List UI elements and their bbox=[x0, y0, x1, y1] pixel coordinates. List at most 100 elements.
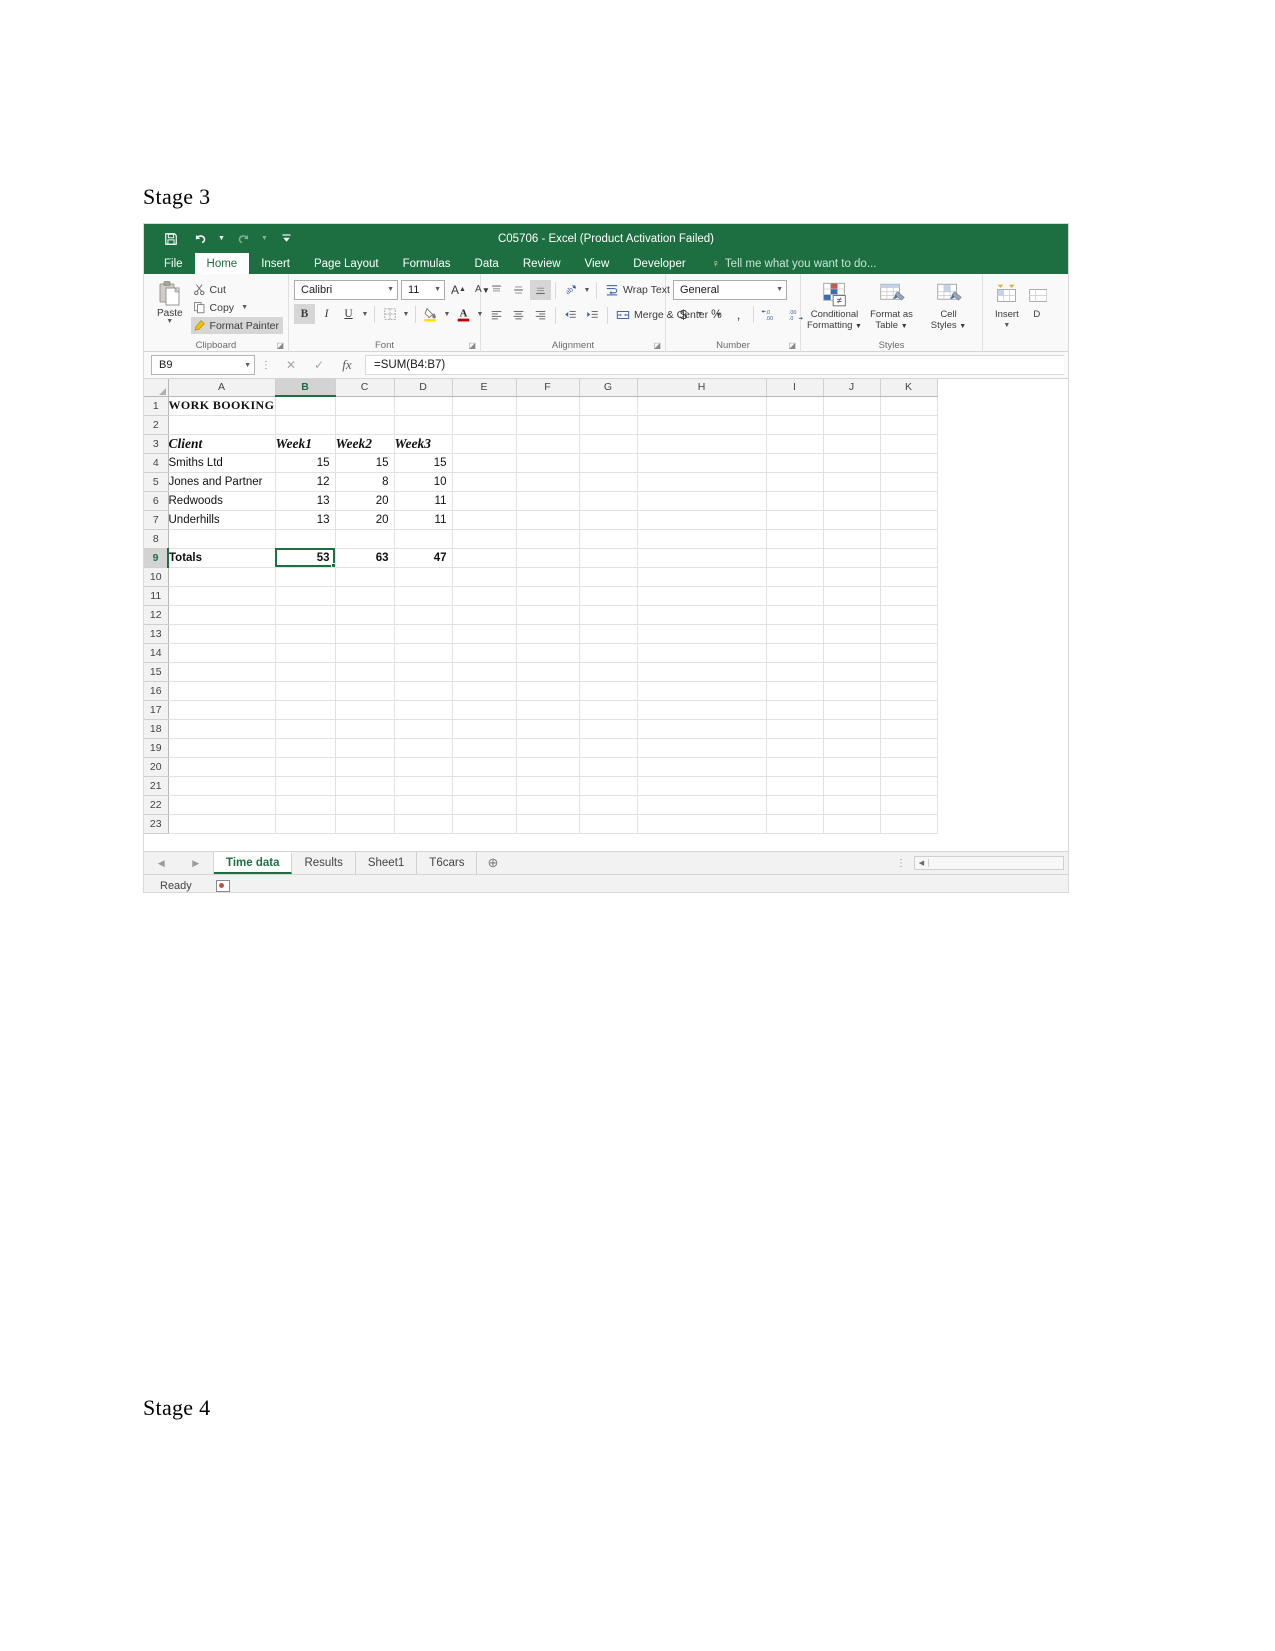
cell-I3[interactable] bbox=[766, 434, 824, 454]
cell-D15[interactable] bbox=[394, 662, 453, 682]
cell-C18[interactable] bbox=[335, 719, 395, 739]
align-middle-button[interactable] bbox=[508, 280, 529, 300]
cell-G5[interactable] bbox=[579, 472, 638, 492]
decrease-indent-button[interactable] bbox=[560, 305, 581, 325]
cell-B18[interactable] bbox=[275, 719, 336, 739]
cell-F3[interactable] bbox=[516, 434, 580, 454]
cell-I5[interactable] bbox=[766, 472, 824, 492]
cell-A20[interactable] bbox=[168, 757, 276, 777]
cell-D21[interactable] bbox=[394, 776, 453, 796]
cell-H11[interactable] bbox=[637, 586, 767, 606]
cut-button[interactable]: Cut bbox=[191, 281, 283, 298]
cell-J23[interactable] bbox=[823, 814, 881, 834]
column-header-f[interactable]: F bbox=[516, 379, 580, 397]
cell-F12[interactable] bbox=[516, 605, 580, 625]
font-name-dropdown-icon[interactable]: ▼ bbox=[383, 286, 394, 293]
row-header-5[interactable]: 5 bbox=[144, 472, 169, 492]
row-header-23[interactable]: 23 bbox=[144, 814, 169, 834]
ribbon-tab-page-layout[interactable]: Page Layout bbox=[302, 253, 391, 274]
cell-I18[interactable] bbox=[766, 719, 824, 739]
orientation-dropdown-icon[interactable]: ▼ bbox=[582, 280, 592, 300]
cell-D12[interactable] bbox=[394, 605, 453, 625]
font-color-button[interactable]: A bbox=[453, 304, 474, 324]
cell-E16[interactable] bbox=[452, 681, 517, 701]
wrap-text-button[interactable]: Wrap Text bbox=[601, 280, 674, 301]
copy-dropdown-icon[interactable]: ▼ bbox=[241, 304, 248, 311]
cell-B7[interactable]: 13 bbox=[275, 510, 336, 530]
cell-D11[interactable] bbox=[394, 586, 453, 606]
sheet-tab-sheet1[interactable]: Sheet1 bbox=[356, 852, 418, 874]
cell-A17[interactable] bbox=[168, 700, 276, 720]
format-as-table-button[interactable]: Format as Table ▼ bbox=[863, 279, 920, 332]
format-painter-button[interactable]: Format Painter bbox=[190, 317, 283, 334]
cell-H23[interactable] bbox=[637, 814, 767, 834]
cell-I1[interactable] bbox=[766, 396, 824, 416]
cell-E9[interactable] bbox=[452, 548, 517, 568]
orientation-button[interactable]: ab bbox=[560, 280, 581, 300]
cell-B1[interactable] bbox=[275, 396, 336, 416]
cell-F22[interactable] bbox=[516, 795, 580, 815]
cell-D20[interactable] bbox=[394, 757, 453, 777]
cell-I21[interactable] bbox=[766, 776, 824, 796]
cell-G13[interactable] bbox=[579, 624, 638, 644]
cell-J21[interactable] bbox=[823, 776, 881, 796]
cell-C3[interactable]: Week2 bbox=[335, 434, 395, 454]
cell-J6[interactable] bbox=[823, 491, 881, 511]
cell-H18[interactable] bbox=[637, 719, 767, 739]
cell-A2[interactable] bbox=[168, 415, 276, 435]
cell-H3[interactable] bbox=[637, 434, 767, 454]
row-header-13[interactable]: 13 bbox=[144, 624, 169, 644]
cell-H20[interactable] bbox=[637, 757, 767, 777]
cell-C11[interactable] bbox=[335, 586, 395, 606]
cell-K13[interactable] bbox=[880, 624, 938, 644]
cell-C6[interactable]: 20 bbox=[335, 491, 395, 511]
cell-D19[interactable] bbox=[394, 738, 453, 758]
cell-I17[interactable] bbox=[766, 700, 824, 720]
select-all-corner[interactable] bbox=[144, 379, 169, 397]
cell-J7[interactable] bbox=[823, 510, 881, 530]
cell-D9[interactable]: 47 bbox=[394, 548, 453, 568]
cell-K23[interactable] bbox=[880, 814, 938, 834]
cell-B17[interactable] bbox=[275, 700, 336, 720]
cell-J16[interactable] bbox=[823, 681, 881, 701]
cell-H17[interactable] bbox=[637, 700, 767, 720]
increase-indent-button[interactable] bbox=[582, 305, 603, 325]
cell-C1[interactable] bbox=[335, 396, 395, 416]
cell-F2[interactable] bbox=[516, 415, 580, 435]
cell-D18[interactable] bbox=[394, 719, 453, 739]
fill-color-dropdown-icon[interactable]: ▼ bbox=[442, 304, 452, 324]
cell-K10[interactable] bbox=[880, 567, 938, 587]
cell-C8[interactable] bbox=[335, 529, 395, 549]
increase-decimal-button[interactable]: .0.00 bbox=[758, 304, 783, 324]
cell-A10[interactable] bbox=[168, 567, 276, 587]
cell-I13[interactable] bbox=[766, 624, 824, 644]
column-header-a[interactable]: A bbox=[168, 379, 276, 397]
cell-B13[interactable] bbox=[275, 624, 336, 644]
cell-E3[interactable] bbox=[452, 434, 517, 454]
cell-C19[interactable] bbox=[335, 738, 395, 758]
ribbon-tab-data[interactable]: Data bbox=[463, 253, 511, 274]
cell-C12[interactable] bbox=[335, 605, 395, 625]
cell-G21[interactable] bbox=[579, 776, 638, 796]
tell-me-box[interactable]: ♀ Tell me what you want to do... bbox=[712, 253, 877, 274]
cell-E11[interactable] bbox=[452, 586, 517, 606]
cell-F4[interactable] bbox=[516, 453, 580, 473]
cell-J14[interactable] bbox=[823, 643, 881, 663]
cell-C17[interactable] bbox=[335, 700, 395, 720]
underline-dropdown-icon[interactable]: ▼ bbox=[360, 304, 370, 324]
align-center-button[interactable] bbox=[508, 305, 529, 325]
row-header-20[interactable]: 20 bbox=[144, 757, 169, 777]
cell-E5[interactable] bbox=[452, 472, 517, 492]
cell-G1[interactable] bbox=[579, 396, 638, 416]
cell-H16[interactable] bbox=[637, 681, 767, 701]
cell-D23[interactable] bbox=[394, 814, 453, 834]
row-header-12[interactable]: 12 bbox=[144, 605, 169, 625]
cell-A13[interactable] bbox=[168, 624, 276, 644]
row-header-10[interactable]: 10 bbox=[144, 567, 169, 587]
tab-split-handle[interactable]: ⋮ bbox=[892, 858, 910, 869]
cell-H9[interactable] bbox=[637, 548, 767, 568]
cell-G8[interactable] bbox=[579, 529, 638, 549]
column-header-k[interactable]: K bbox=[880, 379, 938, 397]
font-name-combo[interactable]: Calibri ▼ bbox=[294, 279, 398, 300]
cell-C20[interactable] bbox=[335, 757, 395, 777]
